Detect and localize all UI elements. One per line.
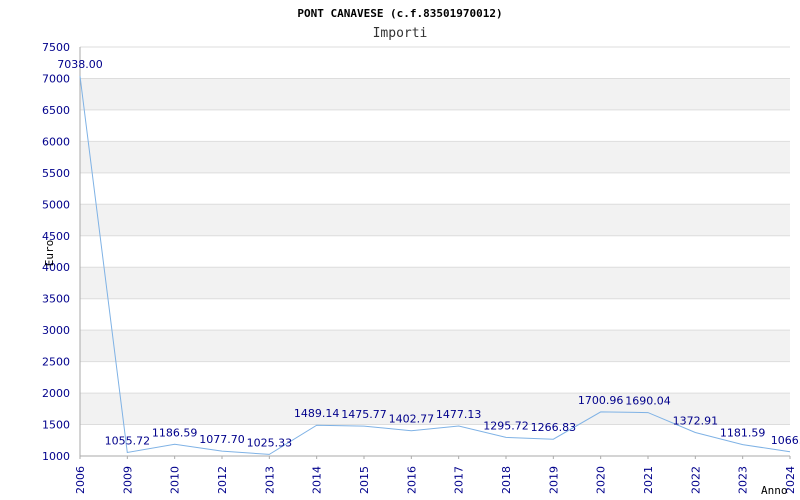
line-chart: 1000150020002500300035004000450050005500… [42, 7, 800, 497]
chart-subtitle: Importi [373, 26, 428, 41]
data-labels: 7038.00 1055.721186.591077.70 1025.33 1489.… [57, 58, 800, 449]
y-tick-label: 6500 [42, 104, 70, 117]
y-tick-label: 7500 [42, 41, 70, 54]
y-tick-label: 1500 [42, 419, 70, 432]
x-tick-label: 2013 [263, 466, 276, 494]
data-label: 1690.04 [625, 395, 671, 408]
x-tick-label: 2015 [358, 466, 371, 494]
plot-band [80, 204, 790, 236]
data-label: 1186.59 [152, 426, 198, 439]
y-axis-label: Euro [43, 240, 56, 267]
data-label: 1489.14 [294, 407, 340, 420]
x-tick-label: 2009 [121, 466, 134, 494]
data-label: 1025.33 [247, 436, 293, 449]
x-axis-label: Anno [761, 484, 788, 497]
y-tick-label: 1000 [42, 450, 70, 463]
x-tick-label: 2016 [405, 466, 418, 494]
data-label: 1475.77 [341, 408, 387, 421]
x-tick-label: 2022 [689, 466, 702, 494]
x-tick-label: 2014 [311, 466, 324, 494]
data-label: 1402.77 [389, 413, 435, 426]
data-label: 1066.5 [771, 434, 800, 447]
x-tick-label: 2018 [500, 466, 513, 494]
plot-background-bands [80, 78, 790, 425]
data-label: 1477.13 [436, 408, 482, 421]
x-tick-label: 2023 [737, 466, 750, 494]
x-tick-label: 2012 [216, 466, 229, 494]
y-tick-label: 3000 [42, 324, 70, 337]
x-tick-label: 2017 [453, 466, 466, 494]
y-tick-label: 2000 [42, 387, 70, 400]
data-label: 7038.00 [57, 58, 103, 71]
data-label: 1055.72 [105, 434, 151, 447]
plot-band [80, 78, 790, 110]
y-tick-label: 5500 [42, 167, 70, 180]
y-tick-label: 6000 [42, 135, 70, 148]
chart-title: PONT CANAVESE (c.f.83501970012) [297, 7, 502, 20]
plot-band [80, 330, 790, 362]
x-tick-label: 2019 [547, 466, 560, 494]
x-tick-label: 2020 [595, 466, 608, 494]
data-label: 1266.83 [531, 421, 577, 434]
data-label: 1372.91 [673, 415, 719, 428]
x-tick-label: 2010 [169, 466, 182, 494]
data-label: 1181.59 [720, 427, 766, 440]
data-label: 1077.70 [199, 433, 245, 446]
x-tick-label: 2021 [642, 466, 655, 494]
data-label: 1295.72 [483, 419, 529, 432]
y-tick-label: 3500 [42, 293, 70, 306]
data-label: 1700.96 [578, 394, 624, 407]
x-tick-labels: 2006 2009 2010 2012 2013 2014 2015 2016 2017 2018… [74, 456, 797, 494]
plot-band [80, 141, 790, 173]
plot-band [80, 267, 790, 299]
y-tick-label: 2500 [42, 356, 70, 369]
y-tick-label: 5000 [42, 198, 70, 211]
x-tick-label: 2006 [74, 466, 87, 494]
y-tick-label: 7000 [42, 72, 70, 85]
